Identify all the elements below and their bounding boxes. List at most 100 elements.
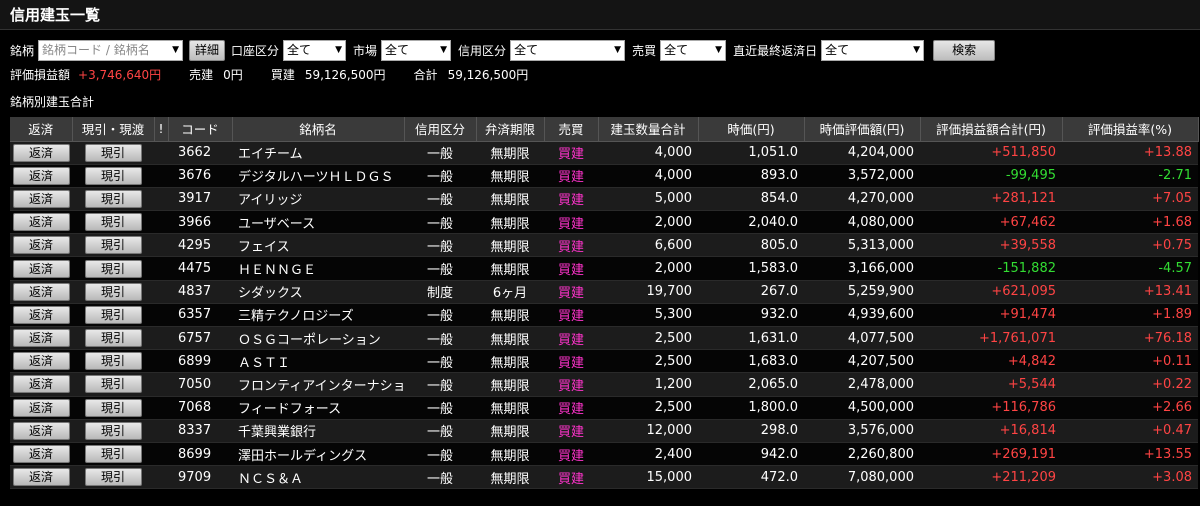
alert-cell bbox=[154, 465, 168, 490]
price-cell: 942.0 bbox=[698, 442, 804, 467]
repay-button[interactable]: 返済 bbox=[12, 236, 70, 255]
credit-select[interactable]: 全て ▼ bbox=[510, 39, 626, 61]
side-cell: 買建 bbox=[544, 442, 598, 467]
credit-cell: 一般 bbox=[404, 396, 476, 420]
table-row: 返済現引 7050フロンティアインターナショナル一般無期限買建1,2002,065… bbox=[10, 372, 1198, 397]
detail-button[interactable]: 詳細 bbox=[189, 39, 226, 61]
table-row: 返済 現引 3662 エイチーム 一般 無期限 買建 4,000 1,051.0 4,204,00… bbox=[10, 141, 1198, 165]
value-cell: 2,478,000 bbox=[804, 372, 920, 397]
genbiki-button[interactable]: 現引 bbox=[84, 468, 142, 487]
pl-cell: +511,850 bbox=[920, 141, 1062, 165]
repay-button[interactable]: 返済 bbox=[12, 143, 70, 162]
due-select[interactable]: 全て ▼ bbox=[821, 39, 925, 61]
genbiki-button[interactable]: 現引 bbox=[84, 213, 142, 232]
repay-button[interactable]: 返済 bbox=[12, 375, 70, 394]
name-cell: ＨＥＮＮＧＥ bbox=[232, 256, 404, 281]
repay-button[interactable]: 返済 bbox=[12, 189, 70, 208]
table-row: 返済 現引 4295 フェイス 一般 無期限 買建 6,600 805.0 5,313,000 +3… bbox=[10, 233, 1198, 258]
repay-button[interactable]: 返済 bbox=[12, 305, 70, 324]
genbiki-button[interactable]: 現引 bbox=[84, 236, 142, 255]
repay-button[interactable]: 返済 bbox=[12, 352, 70, 371]
repay-button[interactable]: 返済 bbox=[12, 421, 70, 440]
credit-cell: 一般 bbox=[404, 141, 476, 165]
genbiki-button[interactable]: 現引 bbox=[84, 398, 142, 417]
repay-button[interactable]: 返済 bbox=[12, 166, 70, 185]
meigara-search-input[interactable]: 銘柄コード / 銘柄名 ▼ bbox=[38, 39, 184, 61]
qty-cell: 1,200 bbox=[598, 372, 698, 397]
col-header-qty[interactable]: 建玉数量合計 bbox=[598, 117, 699, 142]
col-header-side[interactable]: 売買 bbox=[544, 117, 599, 142]
repay-button[interactable]: 返済 bbox=[12, 398, 70, 417]
genbiki-button[interactable]: 現引 bbox=[84, 282, 142, 301]
alert-cell bbox=[154, 233, 168, 258]
total-label: 合計 bbox=[413, 67, 438, 82]
genbiki-button[interactable]: 現引 bbox=[84, 259, 142, 278]
code-cell: 6357 bbox=[168, 303, 232, 328]
rate-cell: +0.75 bbox=[1062, 233, 1198, 258]
table-row: 返済 現引 9709 ＮＣＳ＆Ａ 一般 無期限 買建 15,000 472.0 7,080,000… bbox=[10, 465, 1198, 490]
col-header-repay[interactable]: 返済 bbox=[10, 117, 73, 142]
alert-cell bbox=[154, 210, 168, 235]
repay-button[interactable]: 返済 bbox=[12, 445, 70, 464]
col-header-value[interactable]: 時価評価額(円) bbox=[804, 117, 921, 142]
pl-cell: +5,544 bbox=[920, 372, 1062, 397]
genbiki-button[interactable]: 現引 bbox=[84, 166, 142, 185]
repay-cell: 返済 bbox=[10, 187, 72, 212]
price-cell: 472.0 bbox=[698, 465, 804, 490]
side-cell: 買建 bbox=[544, 141, 598, 165]
side-cell: 買建 bbox=[544, 280, 598, 304]
value-cell: 3,572,000 bbox=[804, 164, 920, 188]
genbiki-cell: 現引 bbox=[72, 187, 154, 212]
due-cell: 無期限 bbox=[476, 233, 544, 258]
genbiki-button[interactable]: 現引 bbox=[84, 445, 142, 464]
repay-button[interactable]: 返済 bbox=[12, 213, 70, 232]
chevron-down-icon[interactable]: ▼ bbox=[172, 41, 179, 60]
trade-select[interactable]: 全て ▼ bbox=[660, 39, 727, 61]
repay-button[interactable]: 返済 bbox=[12, 468, 70, 487]
col-header-alert[interactable]: ! bbox=[154, 117, 169, 142]
table-row: 返済 現引 7068 フィードフォース 一般 無期限 買建 2,500 1,800.0 4,500… bbox=[10, 396, 1198, 420]
account-select[interactable]: 全て ▼ bbox=[283, 39, 347, 61]
market-select[interactable]: 全て ▼ bbox=[381, 39, 452, 61]
pl-cell: +269,191 bbox=[920, 442, 1062, 467]
rate-cell: +0.47 bbox=[1062, 419, 1198, 443]
repay-button[interactable]: 返済 bbox=[12, 282, 70, 301]
col-header-pl[interactable]: 評価損益額合計(円) bbox=[920, 117, 1063, 142]
genbiki-button[interactable]: 現引 bbox=[84, 143, 142, 162]
chevron-down-icon: ▼ bbox=[440, 44, 448, 55]
repay-cell: 返済 bbox=[10, 372, 72, 397]
col-header-name[interactable]: 銘柄名 bbox=[232, 117, 405, 142]
col-header-credit[interactable]: 信用区分 bbox=[404, 117, 477, 142]
col-header-rate[interactable]: 評価損益率(%) bbox=[1062, 117, 1199, 142]
genbiki-button[interactable]: 現引 bbox=[84, 189, 142, 208]
col-header-price[interactable]: 時価(円) bbox=[698, 117, 805, 142]
table-row: 返済 現引 6357 三精テクノロジーズ 一般 無期限 買建 5,300 932.0 4,939,… bbox=[10, 303, 1198, 328]
repay-button[interactable]: 返済 bbox=[12, 259, 70, 278]
genbiki-button[interactable]: 現引 bbox=[84, 421, 142, 440]
col-header-code[interactable]: コード bbox=[168, 117, 233, 142]
col-header-due[interactable]: 弁済期限 bbox=[476, 117, 545, 142]
repay-cell: 返済 bbox=[10, 233, 72, 258]
table-row: 返済 現引 4837 シダックス 制度 6ヶ月 買建 19,700 267.0 5,259,900… bbox=[10, 280, 1198, 304]
genbiki-button[interactable]: 現引 bbox=[84, 352, 142, 371]
name-cell: 三精テクノロジーズ bbox=[232, 303, 404, 328]
grand-total-value: 59,126,500円 bbox=[447, 67, 529, 82]
code-cell: 6899 bbox=[168, 349, 232, 374]
col-header-genbiki[interactable]: 現引・現渡 bbox=[72, 117, 155, 142]
genbiki-button[interactable]: 現引 bbox=[84, 329, 142, 348]
value-cell: 4,080,000 bbox=[804, 210, 920, 235]
name-cell: フロンティアインターナショナル bbox=[232, 372, 404, 397]
genbiki-button[interactable]: 現引 bbox=[84, 375, 142, 394]
rate-cell: +0.11 bbox=[1062, 349, 1198, 374]
due-cell: 無期限 bbox=[476, 187, 544, 212]
summary-bar: 評価損益額 +3,746,640円 売建 0円 買建 59,126,500円 合… bbox=[0, 64, 1200, 84]
side-cell: 買建 bbox=[544, 233, 598, 258]
search-button[interactable]: 検索 bbox=[933, 39, 996, 61]
buy-total-value: 59,126,500円 bbox=[304, 67, 386, 82]
genbiki-button[interactable]: 現引 bbox=[84, 305, 142, 324]
repay-button[interactable]: 返済 bbox=[12, 329, 70, 348]
due-cell: 6ヶ月 bbox=[476, 280, 544, 304]
pl-cell: +281,121 bbox=[920, 187, 1062, 212]
value-cell: 4,207,500 bbox=[804, 349, 920, 374]
value-cell: 4,077,500 bbox=[804, 326, 920, 351]
